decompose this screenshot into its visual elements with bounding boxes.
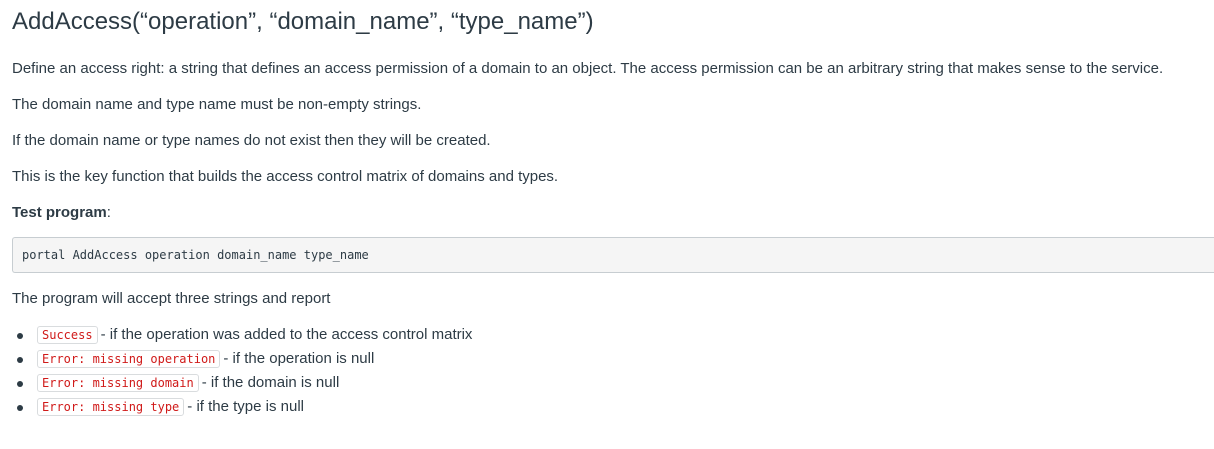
result-code-missing-domain: Error: missing domain — [37, 374, 199, 392]
requirement-paragraph: The domain name and type name must be no… — [12, 96, 422, 113]
page-title: AddAccess(“operation”, “domain_name”, “t… — [12, 8, 594, 35]
bullet-icon — [17, 381, 23, 387]
bullet-icon — [17, 357, 23, 363]
results-list: Success - if the operation was added to t… — [12, 323, 472, 419]
list-item: Error: missing operation - if the operati… — [12, 347, 472, 371]
result-code-missing-type: Error: missing type — [37, 398, 185, 416]
bullet-icon — [17, 405, 23, 411]
test-program-colon: : — [106, 204, 111, 221]
list-item: Success - if the operation was added to t… — [12, 323, 472, 347]
bullet-icon — [17, 333, 23, 339]
key-function-paragraph: This is the key function that builds the… — [12, 168, 559, 185]
list-item: Error: missing domain - if the domain is … — [12, 371, 472, 395]
result-description: - if the operation is null — [223, 350, 375, 367]
description-paragraph: Define an access right: a string that de… — [12, 60, 1164, 77]
creation-paragraph: If the domain name or type names do not … — [12, 132, 491, 149]
result-description: - if the type is null — [187, 398, 304, 415]
result-description: - if the operation was added to the acce… — [100, 326, 473, 343]
result-description: - if the domain is null — [201, 374, 340, 391]
test-program-code-block: portal AddAccess operation domain_name t… — [12, 237, 1214, 273]
test-program-label: Test program — [12, 204, 107, 221]
report-intro: The program will accept three strings an… — [12, 290, 331, 307]
result-code-missing-operation: Error: missing operation — [37, 350, 221, 368]
list-item: Error: missing type - if the type is null — [12, 395, 472, 419]
result-code-success: Success — [37, 326, 98, 344]
test-program-heading: Test program: — [12, 203, 111, 223]
